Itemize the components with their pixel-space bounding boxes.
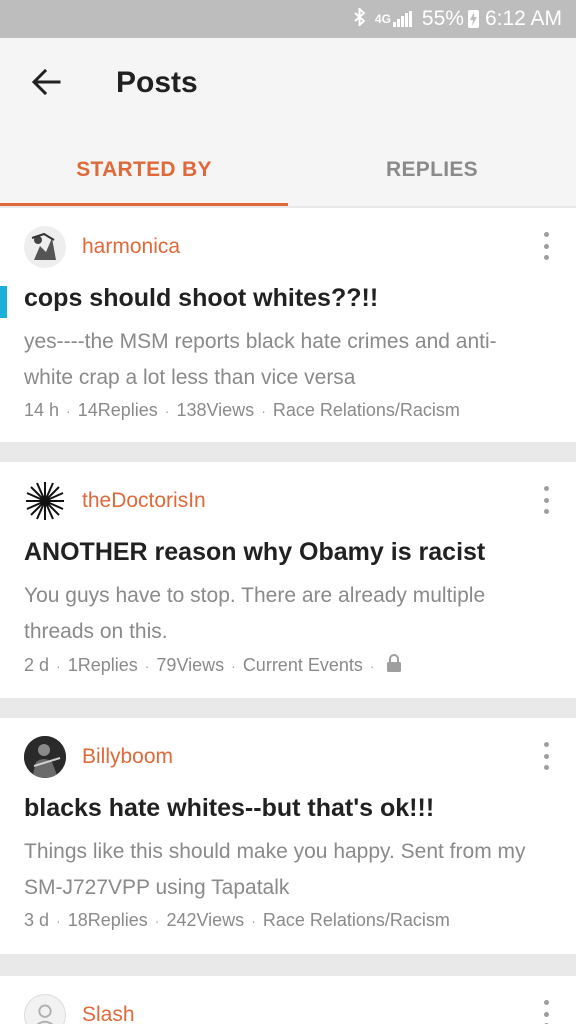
post-age: 2 d — [24, 655, 50, 675]
tab-replies[interactable]: REPLIES — [288, 134, 576, 206]
post-card[interactable]: harmonica cops should shoot whites??!! y… — [0, 208, 576, 442]
reply-count: 1Replies — [67, 655, 138, 675]
app-bar: Posts STARTED BY REPLIES — [0, 38, 576, 206]
reply-count: 18Replies — [67, 910, 148, 930]
post-card[interactable]: Billyboom blacks hate whites--but that's… — [0, 718, 576, 954]
post-meta: 3 d · 18Replies · 242Views · Race Relati… — [24, 910, 450, 931]
post-author[interactable]: Slash — [82, 1003, 135, 1024]
post-header: harmonica — [24, 226, 180, 268]
clock: 6:12 AM — [484, 7, 562, 30]
default-user-avatar[interactable] — [24, 994, 66, 1024]
more-options-button[interactable] — [542, 1000, 550, 1024]
post-author[interactable]: Billyboom — [82, 745, 173, 769]
status-bar: 4G 55% 6:12 AM — [0, 0, 576, 38]
lock-icon — [386, 654, 402, 677]
view-count: 79Views — [156, 655, 225, 675]
more-vert-icon — [543, 1000, 549, 1005]
more-options-button[interactable] — [542, 742, 550, 770]
network-type: 4G — [374, 12, 391, 26]
more-vert-icon — [543, 742, 549, 747]
battery-percent: 55% — [421, 7, 464, 30]
view-count: 242Views — [166, 910, 245, 930]
back-button[interactable] — [26, 64, 66, 104]
view-count: 138Views — [176, 400, 255, 420]
forum-name[interactable]: Race Relations/Racism — [273, 400, 460, 421]
tab-bar: STARTED BY REPLIES — [0, 134, 576, 206]
post-card[interactable]: theDoctorisIn ANOTHER reason why Obamy i… — [0, 462, 576, 698]
post-header: Slash — [24, 994, 135, 1024]
forum-name[interactable]: Race Relations/Racism — [263, 910, 450, 931]
more-options-button[interactable] — [542, 486, 550, 514]
post-title[interactable]: ANOTHER reason why Obamy is racist — [24, 538, 485, 567]
tab-started-by[interactable]: STARTED BY — [0, 134, 288, 206]
post-age: 3 d — [24, 910, 50, 930]
post-meta: 14 h · 14Replies · 138Views · Race Relat… — [24, 400, 460, 421]
post-card[interactable]: Slash — [0, 976, 576, 1024]
post-excerpt: You guys have to stop. There are already… — [24, 584, 486, 643]
post-header: Billyboom — [24, 736, 173, 778]
signal-icon — [392, 11, 412, 27]
forum-name[interactable]: Current Events — [243, 655, 363, 676]
post-title[interactable]: blacks hate whites--but that's ok!!! — [24, 794, 434, 823]
harmonica-avatar[interactable] — [24, 226, 66, 268]
post-header: theDoctorisIn — [24, 480, 206, 522]
post-excerpt: yes----the MSM reports black hate crimes… — [24, 330, 497, 389]
battery-charging-icon — [467, 10, 479, 28]
post-author[interactable]: harmonica — [82, 235, 180, 259]
arrow-back-icon — [31, 68, 61, 100]
starburst-avatar[interactable] — [24, 480, 66, 522]
photo-avatar[interactable] — [24, 736, 66, 778]
post-meta: 2 d · 1Replies · 79Views · Current Event… — [24, 654, 402, 677]
post-author[interactable]: theDoctorisIn — [82, 489, 206, 513]
post-excerpt: Things like this should make you happy. … — [24, 840, 526, 899]
post-title[interactable]: cops should shoot whites??!! — [24, 284, 378, 313]
bluetooth-icon — [353, 6, 367, 31]
unread-indicator — [0, 286, 7, 318]
more-vert-icon — [543, 232, 549, 237]
reply-count: 14Replies — [77, 400, 158, 420]
more-options-button[interactable] — [542, 232, 550, 260]
post-age: 14 h — [24, 400, 60, 420]
page-title: Posts — [116, 66, 198, 99]
more-vert-icon — [543, 486, 549, 491]
